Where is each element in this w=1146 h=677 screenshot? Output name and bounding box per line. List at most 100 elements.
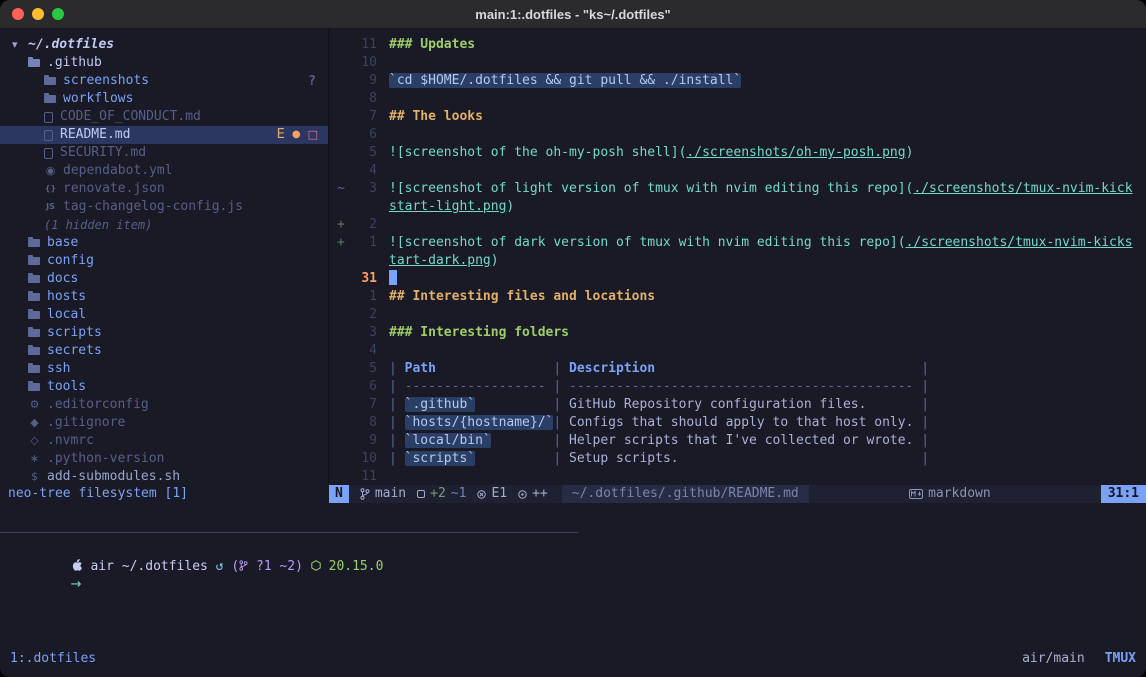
git-sign: + xyxy=(329,234,350,252)
tree-item-local[interactable]: local xyxy=(0,306,328,324)
tree-item-gitignore[interactable]: ◆.gitignore xyxy=(0,414,328,432)
tree-item-github[interactable]: .github xyxy=(0,54,328,72)
tree-item-ssh[interactable]: ssh xyxy=(0,360,328,378)
editor-line[interactable]: 1## Interesting files and locations xyxy=(329,288,1146,306)
node-icon xyxy=(311,560,321,571)
line-number: 9 xyxy=(350,432,377,450)
neotree-sidebar: ▾~/.dotfiles.githubscreenshotsworkflowsC… xyxy=(0,29,329,485)
git-sign xyxy=(329,144,350,162)
tree-item-add-submodules-sh[interactable]: $add-submodules.sh xyxy=(0,468,328,485)
git-sign xyxy=(329,198,350,216)
fullscreen-button[interactable] xyxy=(52,8,64,20)
tree-item-tag-changelog-config-js[interactable]: JStag-changelog-config.js xyxy=(0,198,328,216)
file-status-badge: E xyxy=(277,126,285,144)
tmux-badge: TMUX xyxy=(1105,650,1136,668)
editor-line[interactable]: 5| Path | Description | xyxy=(329,360,1146,378)
line-text xyxy=(377,468,1146,485)
dependabot-icon: ◉ xyxy=(44,162,57,180)
editor-line[interactable]: 5![screenshot of the oh-my-posh shell](.… xyxy=(329,144,1146,162)
folder-icon xyxy=(28,275,40,283)
minimize-button[interactable] xyxy=(32,8,44,20)
tree-item-scripts[interactable]: scripts xyxy=(0,324,328,342)
editor-line[interactable]: 8| `hosts/{hostname}/`| Configs that sho… xyxy=(329,414,1146,432)
git-sign xyxy=(329,36,350,54)
editor-line[interactable]: +1![screenshot of dark version of tmux w… xyxy=(329,234,1146,252)
editor-line[interactable]: 31 xyxy=(329,270,1146,288)
tree-item-security-md[interactable]: SECURITY.md xyxy=(0,144,328,162)
close-button[interactable] xyxy=(12,8,24,20)
git-branch-icon xyxy=(360,488,370,500)
tree-item-docs[interactable]: docs xyxy=(0,270,328,288)
tmux-window-label[interactable]: 1:.dotfiles xyxy=(10,650,96,668)
tree-item-workflows[interactable]: workflows xyxy=(0,90,328,108)
tmux-session-label: air/main xyxy=(1022,650,1085,668)
tree-item-config[interactable]: config xyxy=(0,252,328,270)
git-sign xyxy=(329,252,350,270)
editor-line[interactable]: 6| ------------------ | ----------------… xyxy=(329,378,1146,396)
line-number: 8 xyxy=(350,90,377,108)
tree-item-screenshots[interactable]: screenshots xyxy=(0,72,328,90)
line-number: 3 xyxy=(350,180,377,198)
file-status-badges: E●□ xyxy=(277,126,328,144)
tree-item-secrets[interactable]: secrets xyxy=(0,342,328,360)
git-sign xyxy=(329,162,350,180)
editor-pane[interactable]: 11### Updates109`cd $HOME/.dotfiles && g… xyxy=(329,29,1146,485)
tree-item-label: (1 hidden item) xyxy=(44,216,152,234)
tree-item-hosts[interactable]: hosts xyxy=(0,288,328,306)
statusline: N main +2 ~1 E1 ++ ~/.dotf xyxy=(329,485,1146,503)
editor-line[interactable]: 9`cd $HOME/.dotfiles && git pull && ./in… xyxy=(329,72,1146,90)
editor-line[interactable]: +2 xyxy=(329,216,1146,234)
folder-icon xyxy=(28,365,40,373)
editor-line[interactable]: 11 xyxy=(329,468,1146,485)
line-number: 6 xyxy=(350,378,377,396)
tree-item-label: config xyxy=(47,252,94,270)
editor-line[interactable]: 7| `.github` | GitHub Repository configu… xyxy=(329,396,1146,414)
neotree-statusline: neo-tree filesystem [1] xyxy=(0,485,329,503)
editor-line[interactable]: 10 xyxy=(329,54,1146,72)
tree-item-label: .editorconfig xyxy=(47,396,149,414)
editor-line[interactable]: 11### Updates xyxy=(329,36,1146,54)
git-sign xyxy=(329,432,350,450)
line-number: 11 xyxy=(350,468,377,485)
folder-icon xyxy=(28,329,40,337)
window-title: main:1:.dotfiles - "ks~/.dotfiles" xyxy=(475,7,670,22)
help-hint: ? xyxy=(308,73,316,91)
editor-line[interactable]: 7## The looks xyxy=(329,108,1146,126)
editor-line[interactable]: 6 xyxy=(329,126,1146,144)
line-text: | `local/bin` | Helper scripts that I've… xyxy=(377,432,1146,450)
editor-line[interactable]: ~3![screenshot of light version of tmux … xyxy=(329,180,1146,198)
editor-line[interactable]: 4 xyxy=(329,162,1146,180)
editor-line[interactable]: start-light.png) xyxy=(329,198,1146,216)
tree-item-label: .github xyxy=(47,54,102,72)
mode-indicator: N xyxy=(329,485,349,503)
tree-item-tools[interactable]: tools xyxy=(0,378,328,396)
editor-line[interactable]: tart-dark.png) xyxy=(329,252,1146,270)
cursor xyxy=(389,270,397,285)
tree-item-dependabot-yml[interactable]: ◉dependabot.yml xyxy=(0,162,328,180)
file-tree: ▾~/.dotfiles.githubscreenshotsworkflowsC… xyxy=(0,36,328,485)
shell-pane[interactable]: air ~/.dotfiles ↺ ( ?1 ~2) 20.15.0 → xyxy=(0,533,1146,647)
line-text xyxy=(377,90,1146,108)
tree-item-nvmrc[interactable]: ◇.nvmrc xyxy=(0,432,328,450)
node-version: 20.15.0 xyxy=(321,559,384,574)
editor-line[interactable]: 2 xyxy=(329,306,1146,324)
editor-line[interactable]: 10| `scripts` | Setup scripts. | xyxy=(329,450,1146,468)
tree-item-dotfiles[interactable]: ▾~/.dotfiles xyxy=(0,36,328,54)
editor-line[interactable]: 4 xyxy=(329,342,1146,360)
editor-line[interactable]: 3### Interesting folders xyxy=(329,324,1146,342)
tree-item-renovate-json[interactable]: {}renovate.json xyxy=(0,180,328,198)
tree-item-base[interactable]: base xyxy=(0,234,328,252)
editor-line[interactable]: 9| `local/bin` | Helper scripts that I'v… xyxy=(329,432,1146,450)
tree-item-editorconfig[interactable]: ⚙.editorconfig xyxy=(0,396,328,414)
expander-icon[interactable]: ▾ xyxy=(12,36,28,54)
tree-item-readme-md[interactable]: README.mdE●□ xyxy=(0,126,328,144)
tree-item-python-version[interactable]: ∗.python-version xyxy=(0,450,328,468)
filetype-indicator: markdown xyxy=(909,485,991,503)
editor-line[interactable]: 8 xyxy=(329,90,1146,108)
line-number xyxy=(350,198,377,216)
tmux-statusbar: 1:.dotfiles air/main TMUX xyxy=(0,647,1146,677)
git-sign xyxy=(329,54,350,72)
git-sign xyxy=(329,288,350,306)
tree-item-code-of-conduct-md[interactable]: CODE_OF_CONDUCT.md xyxy=(0,108,328,126)
git-sign xyxy=(329,306,350,324)
